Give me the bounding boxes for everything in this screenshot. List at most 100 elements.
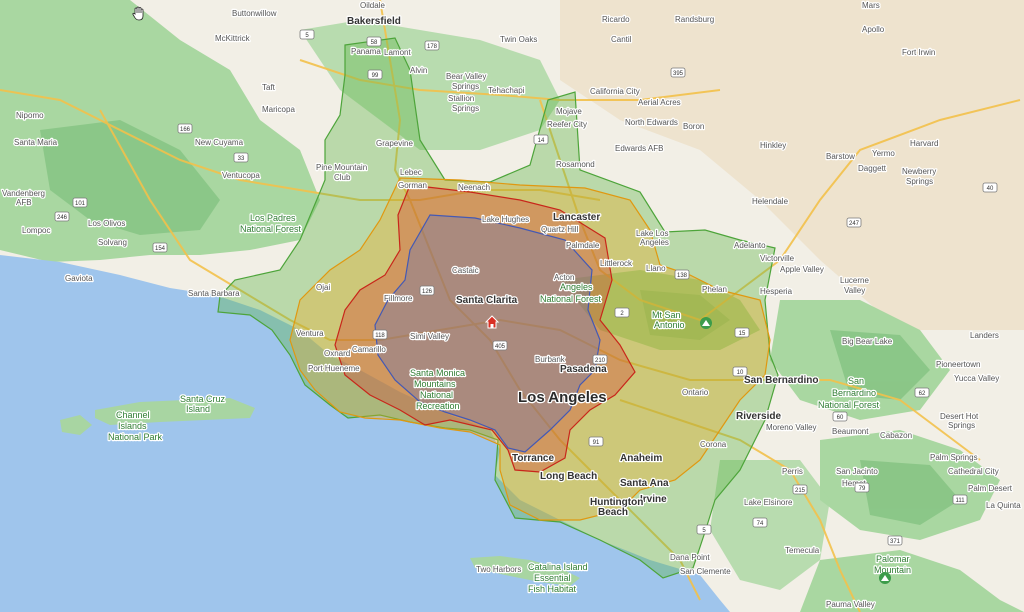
route-number: 99 [372, 73, 379, 79]
route-number: 215 [795, 488, 806, 494]
route-shield-s-2: 2 [614, 307, 630, 318]
label-los-padres-2: National Forest [240, 224, 302, 234]
label-la-quinta: La Quinta [986, 501, 1021, 510]
label-barstow: Barstow [826, 152, 855, 161]
label-reefer-city: Reefer City [547, 120, 587, 129]
mountain-peak-icon [879, 572, 891, 584]
label-ontario: Ontario [682, 388, 709, 397]
label-mars: Mars [862, 1, 880, 10]
label-randsburg: Randsburg [675, 15, 714, 24]
route-shield-s-79: 79 [854, 482, 870, 493]
label-santa-monica-mtns-3: National [420, 390, 453, 400]
route-shield-s-215: 215 [792, 484, 808, 495]
label-north-edwards: North Edwards [625, 118, 678, 127]
label-solvang: Solvang [98, 238, 127, 247]
route-number: 166 [180, 127, 191, 133]
label-bear-valley-springs-2: Springs [452, 82, 479, 91]
label-newberry-springs-2: Springs [906, 177, 933, 186]
label-rosamond: Rosamond [556, 160, 595, 169]
label-ventucopa: Ventucopa [222, 171, 260, 180]
route-shield-s-118: 118 [372, 329, 388, 340]
label-neenach: Neenach [458, 183, 490, 192]
label-nipomo: Nipomo [16, 111, 44, 120]
label-palm-springs: Palm Springs [930, 453, 978, 462]
label-phelan: Phelan [702, 285, 727, 294]
label-stallion-springs-1: Stallion [448, 94, 474, 103]
label-vandenberg-1: Vandenberg [2, 189, 45, 198]
route-number: 405 [495, 344, 506, 350]
label-alvin: Alvin [410, 66, 427, 75]
route-shield-s-111: 111 [952, 494, 968, 505]
label-channel-islands-1: Channel [116, 410, 150, 420]
route-number: 126 [422, 289, 433, 295]
route-shield-s-60: 60 [832, 411, 848, 422]
label-harvard: Harvard [910, 139, 938, 148]
label-lancaster: Lancaster [553, 212, 600, 223]
label-grapevine: Grapevine [376, 139, 413, 148]
label-santa-cruz-island-2: Island [186, 404, 210, 414]
label-oxnard: Oxnard [324, 349, 350, 358]
map-view[interactable]: Los Angeles Bakersfield Santa Clarita Lanca… [0, 0, 1024, 612]
label-santa-clarita: Santa Clarita [456, 295, 518, 306]
label-apollo: Apollo [862, 25, 885, 34]
route-shield-s-395: 395 [670, 67, 686, 78]
mountain-peak-icon [700, 317, 712, 329]
route-shield-s-246: 246 [54, 211, 70, 222]
label-moreno-valley: Moreno Valley [766, 423, 817, 432]
label-dana-point: Dana Point [670, 553, 710, 562]
label-taft: Taft [262, 83, 276, 92]
label-lebec: Lebec [400, 168, 422, 177]
route-number: 15 [739, 331, 746, 337]
label-san-clemente: San Clemente [680, 567, 731, 576]
label-mt-san-antonio-2: Antonio [654, 320, 685, 330]
label-lake-los-angeles-1: Lake Los [636, 229, 668, 238]
route-number: 111 [955, 498, 965, 504]
route-number: 10 [737, 370, 744, 376]
map-canvas[interactable]: Los Angeles Bakersfield Santa Clarita Lanca… [0, 0, 1024, 612]
route-number: 138 [677, 273, 688, 279]
label-llano: Llano [646, 264, 666, 273]
label-victorville: Victorville [760, 254, 795, 263]
route-shield-s-74: 74 [752, 517, 768, 528]
label-landers: Landers [970, 331, 999, 340]
label-cabazon: Cabazon [880, 431, 912, 440]
route-number: 210 [595, 358, 606, 364]
label-san-jacinto: San Jacinto [836, 467, 878, 476]
label-pine-mountain-club-2: Club [334, 173, 351, 182]
label-oildale: Oildale [360, 1, 385, 10]
label-yucca-valley: Yucca Valley [954, 374, 999, 383]
label-california-city: California City [590, 87, 640, 96]
label-san-bernardino-nf-1: San [848, 376, 864, 386]
label-palm-desert: Palm Desert [968, 484, 1013, 493]
label-catalina-1: Catalina Island [528, 562, 588, 572]
route-number: 246 [57, 215, 68, 221]
label-irvine: Irvine [640, 494, 667, 505]
label-mt-san-antonio-1: Mt San [652, 310, 681, 320]
route-number: 14 [538, 138, 545, 144]
label-adelanto: Adelanto [734, 241, 766, 250]
label-channel-islands-3: National Park [108, 432, 163, 442]
route-number: 91 [593, 440, 600, 446]
label-desert-hot-springs-2: Springs [948, 421, 975, 430]
label-big-bear-lake: Big Bear Lake [842, 337, 893, 346]
label-palomar-1: Palomar [876, 554, 910, 564]
route-shield-s-62: 62 [914, 387, 930, 398]
label-los-olivos: Los Olivos [88, 219, 125, 228]
label-channel-islands-2: Islands [118, 421, 147, 431]
label-santa-monica-mtns-2: Mountains [414, 379, 456, 389]
label-maricopa: Maricopa [262, 105, 295, 114]
label-vandenberg-2: AFB [16, 198, 32, 207]
route-number: 118 [375, 333, 385, 339]
route-shield-s-14: 14 [533, 134, 549, 145]
label-port-hueneme: Port Hueneme [308, 364, 360, 373]
route-number: 395 [673, 71, 684, 77]
label-mojave: Mojave [556, 107, 582, 116]
label-buttonwillow: Buttonwillow [232, 9, 277, 18]
route-shield-s-58: 58 [366, 36, 382, 47]
label-boron: Boron [683, 122, 704, 131]
label-fort-irwin: Fort Irwin [902, 48, 935, 57]
label-beaumont: Beaumont [832, 427, 869, 436]
route-number: 33 [238, 156, 245, 162]
route-number: 101 [75, 201, 86, 207]
label-aerial-acres: Aerial Acres [638, 98, 681, 107]
